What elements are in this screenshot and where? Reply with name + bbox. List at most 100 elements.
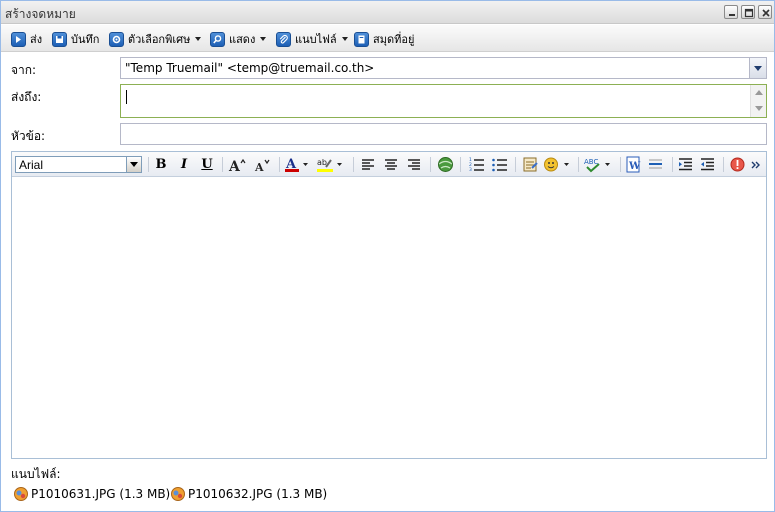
align-center-button[interactable]	[382, 156, 400, 173]
toolbar-separator	[430, 157, 431, 172]
options-icon	[109, 31, 124, 47]
indent-icon	[678, 158, 692, 171]
subject-label: หัวข้อ:	[11, 129, 46, 143]
font-color-icon: A	[285, 157, 308, 172]
chevron-down-icon	[260, 37, 267, 41]
from-value: "Temp Truemail" <temp@truemail.co.th>	[125, 61, 375, 75]
font-size-decrease-icon: A	[254, 159, 270, 173]
insert-emoticon-button[interactable]	[543, 156, 571, 173]
attach-file-button[interactable]: แนบไฟล์	[276, 29, 348, 49]
font-family-value: Arial	[19, 158, 44, 172]
bullet-list-button[interactable]	[490, 156, 508, 173]
editor-toolbar: Arial B I U A A A ab 1 2 3 ABC W	[12, 152, 766, 177]
warning-icon	[730, 157, 744, 172]
toolbar-separator	[353, 157, 354, 172]
close-button[interactable]	[758, 5, 772, 19]
message-body[interactable]	[12, 178, 766, 458]
indent-button[interactable]	[676, 156, 694, 173]
double-chevron-right-icon	[751, 161, 760, 168]
highlight-color-button[interactable]: ab	[316, 156, 344, 173]
horizontal-rule-icon	[648, 159, 662, 169]
word-icon: W	[626, 156, 641, 173]
shrink-font-button[interactable]: A	[253, 156, 271, 173]
scroll-up-icon[interactable]	[755, 90, 763, 95]
toolbar-separator	[460, 157, 461, 172]
chevron-down-icon	[195, 37, 202, 41]
attachment-item[interactable]: P1010632.JPG (1.3 MB)	[170, 486, 327, 502]
close-icon	[762, 9, 770, 17]
special-options-button[interactable]: ตัวเลือกพิเศษ	[109, 29, 202, 49]
from-combobox[interactable]: "Temp Truemail" <temp@truemail.co.th>	[120, 57, 767, 79]
font-family-select[interactable]: Arial	[15, 156, 142, 173]
svg-text:W: W	[628, 161, 641, 172]
text-cursor	[126, 90, 127, 104]
toolbar-separator	[723, 157, 724, 172]
horizontal-rule-button[interactable]	[646, 156, 664, 173]
address-book-icon	[354, 31, 369, 47]
insert-form-button[interactable]	[521, 156, 539, 173]
toolbar-separator	[515, 157, 516, 172]
send-button[interactable]: ส่ง	[11, 29, 42, 49]
toolbar-separator	[620, 157, 621, 172]
svg-text:ABC: ABC	[584, 158, 598, 166]
italic-button[interactable]: I	[175, 156, 193, 173]
chevron-down-icon[interactable]	[126, 157, 141, 172]
emoticon-icon	[544, 157, 569, 172]
minimize-icon	[729, 14, 735, 16]
insert-link-button[interactable]	[436, 156, 454, 173]
address-book-label: สมุดที่อยู่	[373, 33, 415, 46]
underline-button[interactable]: U	[198, 156, 216, 173]
minimize-button[interactable]	[724, 5, 738, 19]
special-options-label: ตัวเลือกพิเศษ	[128, 33, 191, 46]
font-color-button[interactable]: A	[284, 156, 310, 173]
toolbar-separator	[279, 157, 280, 172]
align-right-button[interactable]	[405, 156, 423, 173]
align-right-icon	[408, 158, 420, 170]
scroll-down-icon[interactable]	[755, 106, 763, 111]
chevron-down-icon	[341, 37, 348, 41]
paste-from-word-button[interactable]: W	[624, 156, 642, 173]
to-field[interactable]	[120, 84, 767, 118]
chevron-down-icon[interactable]	[749, 58, 766, 78]
image-file-icon	[14, 487, 28, 501]
svg-text:A: A	[228, 159, 241, 173]
compose-toolbar: ส่ง บันทึก ตัวเลือกพิเศษ แสดง แนบไฟล์ สม…	[1, 25, 774, 52]
numbered-list-button[interactable]: 123	[467, 156, 485, 173]
svg-text:3: 3	[469, 167, 472, 172]
from-label: จาก:	[11, 63, 37, 77]
to-label: ส่งถึง:	[11, 90, 42, 104]
outdent-icon	[700, 158, 714, 171]
align-left-button[interactable]	[359, 156, 377, 173]
font-size-increase-icon: A	[228, 158, 246, 173]
address-book-button[interactable]: สมุดที่อยู่	[354, 29, 414, 49]
maximize-button[interactable]	[741, 5, 755, 19]
to-scrollbar[interactable]	[750, 85, 766, 117]
bold-button[interactable]: B	[152, 156, 170, 173]
save-label: บันทึก	[71, 33, 100, 46]
toolbar-separator	[222, 157, 223, 172]
svg-text:ab: ab	[317, 158, 327, 167]
attach-icon	[276, 31, 291, 47]
more-tools-button[interactable]	[749, 156, 763, 173]
save-button[interactable]: บันทึก	[52, 29, 99, 49]
send-label: ส่ง	[30, 33, 43, 46]
message-editor: Arial B I U A A A ab 1 2 3 ABC W	[11, 151, 767, 459]
numbered-list-icon: 123	[469, 157, 484, 172]
attach-file-label: แนบไฟล์	[295, 33, 337, 46]
spell-check-icon: ABC	[584, 158, 610, 173]
save-icon	[52, 31, 67, 47]
grow-font-button[interactable]: A	[228, 156, 246, 173]
form-icon	[523, 157, 538, 172]
outdent-button[interactable]	[698, 156, 716, 173]
window-title: สร้างจดหมาย	[5, 7, 76, 21]
spell-check-button[interactable]: ABC	[583, 156, 613, 173]
svg-text:A: A	[254, 161, 264, 173]
show-button[interactable]: แสดง	[210, 29, 267, 49]
subject-input[interactable]	[120, 123, 767, 145]
clear-formatting-button[interactable]	[728, 156, 746, 173]
attachment-item[interactable]: P1010631.JPG (1.3 MB)	[13, 486, 170, 502]
attachment-name[interactable]: P1010632.JPG (1.3 MB)	[188, 487, 327, 501]
attachments-label: แนบไฟล์:	[11, 467, 61, 481]
attachment-name[interactable]: P1010631.JPG (1.3 MB)	[31, 487, 170, 501]
compose-window: สร้างจดหมาย ส่ง บันทึก ตัวเลือกพิเศษ แสด…	[0, 0, 775, 512]
